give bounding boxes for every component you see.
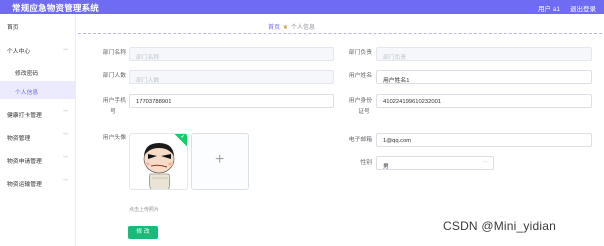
phone-field[interactable]: 17703788901 (129, 94, 334, 108)
chevron-down-icon: ﹀ (62, 110, 68, 116)
sidebar-item-supply-requests[interactable]: 物资申请管理 ﹀ (0, 150, 76, 168)
gender-select[interactable]: 男 ﹀ (376, 156, 494, 170)
location-icon: ❦ (283, 25, 289, 31)
top-bar: 常规应急物资管理系统 用户 a1 退出登录 (0, 0, 604, 14)
gender-label: 性别 (360, 160, 372, 166)
current-user: 用户 a1 (537, 6, 560, 13)
sidebar-item-label: 物资运输管理 (7, 182, 42, 188)
sidebar-item-label: 物资管理 (7, 136, 31, 142)
app-title: 常规应急物资管理系统 (12, 3, 100, 13)
email-field[interactable]: 1@qq.com (376, 133, 592, 147)
breadcrumb: 首页 ❦ 个人信息 (268, 22, 315, 31)
sidebar-item-label: 修改密码 (15, 71, 39, 77)
sidebar-item-home[interactable]: 首页 (0, 16, 76, 34)
id-card-field[interactable]: 410224199610232001 (376, 94, 592, 108)
chevron-down-icon: ﹀ (62, 133, 68, 139)
sidebar-item-personal-center[interactable]: 个人中心 ︿ (0, 40, 76, 58)
avatar-preview[interactable]: ✓ (129, 133, 188, 190)
sidebar-item-health-checkin[interactable]: 健康打卡管理 ﹀ (0, 104, 76, 122)
avatar-label: 用户头像 (102, 135, 126, 141)
edit-button[interactable]: 修 改 (128, 226, 158, 239)
gender-select-value: 男 (383, 164, 389, 170)
logout-link[interactable]: 退出登录 (570, 3, 596, 13)
breadcrumb-bar: 首页 ❦ 个人信息 (76, 14, 604, 37)
chevron-down-icon: ﹀ (62, 179, 68, 185)
avatar-image (143, 143, 175, 189)
dept-count-label: 部门人数 (102, 73, 126, 79)
breadcrumb-home[interactable]: 首页 (268, 25, 280, 31)
dept-name-label: 部门名称 (102, 50, 126, 56)
user-name-field[interactable]: 用户姓名1 (376, 70, 592, 84)
id-card-label: 用户身份 (348, 98, 372, 104)
phone-label-line2: 号 (110, 109, 116, 115)
plus-icon: + (215, 151, 225, 168)
id-card-label-line2: 证号 (358, 109, 370, 115)
sidebar-item-label: 物资申请管理 (7, 159, 42, 165)
sidebar-item-label: 个人信息 (15, 90, 39, 96)
sidebar-item-label: 首页 (7, 25, 19, 31)
dept-name-field[interactable]: 部门名称 (129, 47, 334, 61)
breadcrumb-divider (78, 33, 602, 34)
sidebar: 首页 个人中心 ︿ 修改密码 个人信息 健康打卡管理 ﹀ 物资管理 ﹀ 物资申请… (0, 14, 76, 246)
dept-head-label: 部门负责 (348, 50, 372, 56)
dept-count-field[interactable]: 部门人数 (129, 70, 334, 84)
avatar-upload-button[interactable]: + (191, 133, 249, 190)
chevron-up-icon: ︿ (62, 46, 68, 52)
check-icon: ✓ (180, 134, 185, 140)
email-label: 电子邮箱 (348, 137, 372, 143)
watermark: CSDN @Mini_yidian (443, 219, 556, 233)
chevron-down-icon: ﹀ (62, 156, 68, 162)
dept-head-field[interactable]: 部门负责 (376, 47, 592, 61)
sidebar-item-personal-info[interactable]: 个人信息 (0, 81, 76, 99)
sidebar-item-supply-transport[interactable]: 物资运输管理 ﹀ (0, 173, 76, 191)
phone-label: 用户手机 (102, 98, 126, 104)
upload-hint: 点击上传照片 (129, 207, 160, 213)
sidebar-item-change-password[interactable]: 修改密码 (0, 62, 76, 80)
breadcrumb-current: 个人信息 (291, 25, 316, 31)
user-name-label: 用户姓名 (348, 73, 372, 79)
chevron-down-icon: ﹀ (482, 161, 488, 167)
sidebar-item-label: 健康打卡管理 (7, 113, 42, 119)
sidebar-item-label: 个人中心 (7, 49, 31, 55)
sidebar-item-supplies[interactable]: 物资管理 ﹀ (0, 127, 76, 145)
